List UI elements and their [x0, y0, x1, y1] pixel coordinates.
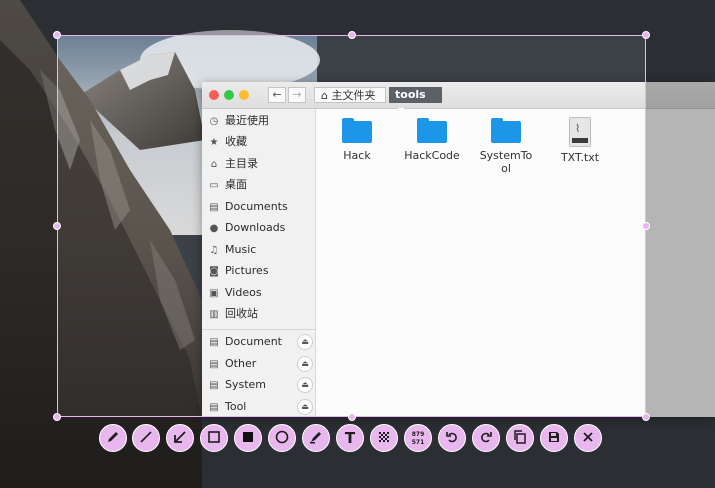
- rectangle-tool-button[interactable]: [200, 424, 228, 452]
- arrow-icon: [174, 431, 186, 443]
- redo-button[interactable]: [472, 424, 500, 452]
- copy-button[interactable]: [506, 424, 534, 452]
- dim-overlay-left: [0, 35, 57, 417]
- line-tool-button[interactable]: [132, 424, 160, 452]
- resize-handle-right[interactable]: [642, 222, 650, 230]
- redo-icon: [481, 432, 492, 443]
- close-capture-button[interactable]: [574, 424, 602, 452]
- close-icon: [583, 432, 593, 442]
- text-icon: T: [344, 429, 356, 447]
- resize-handle-top-right[interactable]: [642, 31, 650, 39]
- resize-handle-bottom[interactable]: [348, 413, 356, 421]
- save-button[interactable]: [540, 424, 568, 452]
- marker-icon: [310, 432, 321, 444]
- undo-icon: [446, 432, 457, 443]
- filled-rectangle-icon: [243, 432, 253, 442]
- selection-height-value: 571: [411, 439, 425, 446]
- circle-icon: [275, 430, 289, 444]
- pencil-icon: [108, 432, 118, 442]
- filled-rectangle-tool-button[interactable]: [234, 424, 262, 452]
- marker-tool-button[interactable]: [302, 424, 330, 452]
- dim-overlay-right: [646, 35, 715, 417]
- text-tool-button[interactable]: T: [336, 424, 364, 452]
- arrow-tool-button[interactable]: [166, 424, 194, 452]
- circle-tool-button[interactable]: [268, 424, 296, 452]
- save-icon: [549, 432, 559, 442]
- capture-selection-frame[interactable]: [53, 31, 650, 421]
- resize-handle-top[interactable]: [348, 31, 356, 39]
- undo-button[interactable]: [438, 424, 466, 452]
- selection-size-readout: 879 571: [404, 424, 432, 452]
- line-icon: [140, 431, 152, 443]
- rectangle-icon: [208, 431, 220, 443]
- resize-handle-left[interactable]: [53, 222, 61, 230]
- pixelate-icon: [379, 432, 389, 442]
- resize-handle-top-left[interactable]: [53, 31, 61, 39]
- dim-overlay-top: [0, 0, 715, 35]
- pencil-tool-button[interactable]: [99, 424, 127, 452]
- copy-icon: [514, 430, 526, 444]
- pixelate-tool-button[interactable]: [370, 424, 398, 452]
- resize-handle-bottom-right[interactable]: [642, 413, 650, 421]
- selection-width-value: 879: [411, 431, 425, 438]
- resize-handle-bottom-left[interactable]: [53, 413, 61, 421]
- screenshot-toolbar: T 879 571: [99, 424, 609, 454]
